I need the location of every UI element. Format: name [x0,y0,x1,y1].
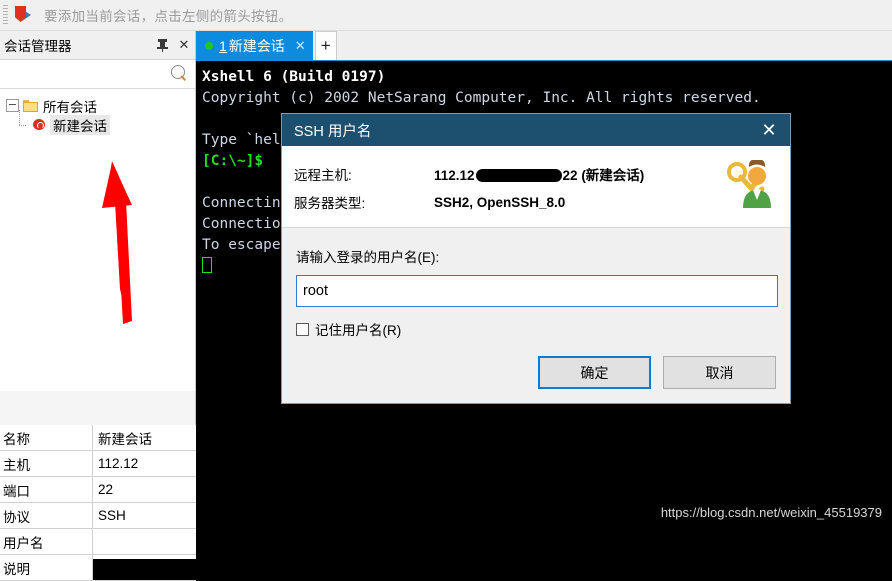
remember-username-checkbox[interactable] [296,322,309,336]
cancel-button[interactable]: 取消 [663,356,776,389]
ssh-username-dialog: SSH 用户名 ✕ 远程主机: 112.12 22 (新建会话) 服务器类型: S… [281,113,791,404]
info-key: 服务器类型: [294,196,366,211]
username-field-label: 请输入登录的用户名(E): [296,250,440,265]
property-key: 主机 [0,451,93,476]
tree-node-label: 所有会话 [43,99,97,115]
folder-icon [23,99,38,112]
terminal-line: Connection [202,216,290,232]
tree-connector [19,110,32,130]
session-manager-title: 会话管理器 [4,39,72,54]
tree-node-new-session[interactable]: 新建会话 [0,110,195,135]
info-row-remote-host: 远程主机: 112.12 22 (新建会话) [294,160,790,188]
notification-text: 要添加当前会话，点击左侧的箭头按钮。 [44,9,293,24]
table-row: 端口 22 [0,477,196,503]
terminal-line: Connecting [202,195,290,211]
property-key: 端口 [0,477,93,502]
close-icon[interactable]: ✕ [748,114,790,146]
property-value[interactable] [93,529,196,554]
dialog-title: SSH 用户名 [294,123,372,140]
dialog-body: 请输入登录的用户名(E): root 记住用户名(R) [282,228,790,339]
info-key: 远程主机: [294,168,352,183]
close-icon[interactable]: ✕ [295,38,306,54]
table-row: 协议 SSH [0,503,196,529]
session-manager-panel: 会话管理器 ✕ 所有会话 新建会话 名称 新建会话 主机 112.12 端口 2… [0,31,196,581]
redaction-bar [475,169,562,182]
terminal-line: To escape [202,237,281,253]
terminal-line: Xshell 6 (Build 0197) [202,69,386,85]
dialog-info-section: 远程主机: 112.12 22 (新建会话) 服务器类型: SSH2, OpenS… [282,146,790,228]
session-search-bar[interactable] [0,60,195,89]
info-row-server-type: 服务器类型: SSH2, OpenSSH_8.0 [294,188,790,216]
remember-username-label: 记住用户名(R) [315,323,402,338]
new-tab-button[interactable]: + [314,31,337,60]
info-value-suffix: 22 (新建会话) [562,168,645,183]
table-row: 名称 新建会话 [0,425,196,451]
username-input[interactable]: root [296,275,778,307]
xshell-window: 要添加当前会话，点击左侧的箭头按钮。 会话管理器 ✕ 所有会话 新建会话 名称 … [0,0,892,581]
key-user-icon [727,160,771,208]
info-value: SSH2, OpenSSH_8.0 [434,194,566,210]
tab-index: 1 [219,37,227,54]
toolbar-grip[interactable] [3,4,8,26]
property-value[interactable]: 22 [93,477,196,502]
property-value[interactable]: SSH [93,503,196,528]
table-row: 主机 112.12 [0,451,196,477]
session-tree: 所有会话 新建会话 [0,89,195,391]
tab-bar: 1 新建会话 ✕ + [196,31,892,61]
property-value[interactable] [93,555,196,580]
info-value-prefix: 112.12 [434,168,475,183]
property-key: 协议 [0,503,93,528]
terminal-prompt: [C:\~]$ [202,153,272,169]
property-value[interactable]: 112.12 [93,451,196,476]
search-icon[interactable] [171,65,188,82]
tab-new-session[interactable]: 1 新建会话 ✕ [196,31,313,60]
watermark-text: https://blog.csdn.net/weixin_45519379 [660,505,882,520]
tree-node-label: 新建会话 [50,114,110,135]
status-dot-icon [205,41,213,50]
remember-username-checkbox-row[interactable]: 记住用户名(R) [296,319,776,339]
session-icon [32,118,46,131]
table-row: 用户名 [0,529,196,555]
property-key: 说明 [0,555,93,580]
terminal-cursor [202,257,212,273]
property-value[interactable]: 新建会话 [93,425,196,450]
ok-button[interactable]: 确定 [538,356,651,389]
expand-toggle-icon[interactable] [6,99,19,112]
redirect-arrow-icon [14,5,36,25]
table-row: 说明 [0,555,196,581]
terminal-line: Copyright (c) 2002 NetSarang Computer, I… [202,90,761,106]
notification-bar: 要添加当前会话，点击左侧的箭头按钮。 [0,0,892,31]
pin-icon[interactable] [151,34,173,56]
property-key: 用户名 [0,529,93,554]
session-properties-table: 名称 新建会话 主机 112.12 端口 22 协议 SSH 用户名 说明 [0,425,196,581]
tab-label: 新建会话 [228,37,285,54]
session-manager-header: 会话管理器 ✕ [0,31,195,60]
property-key: 名称 [0,425,93,450]
dialog-title-bar: SSH 用户名 ✕ [282,114,790,146]
tree-node-all-sessions[interactable]: 所有会话 [0,96,195,115]
close-icon[interactable]: ✕ [173,34,195,56]
dialog-button-row: 确定 取消 [538,356,776,389]
